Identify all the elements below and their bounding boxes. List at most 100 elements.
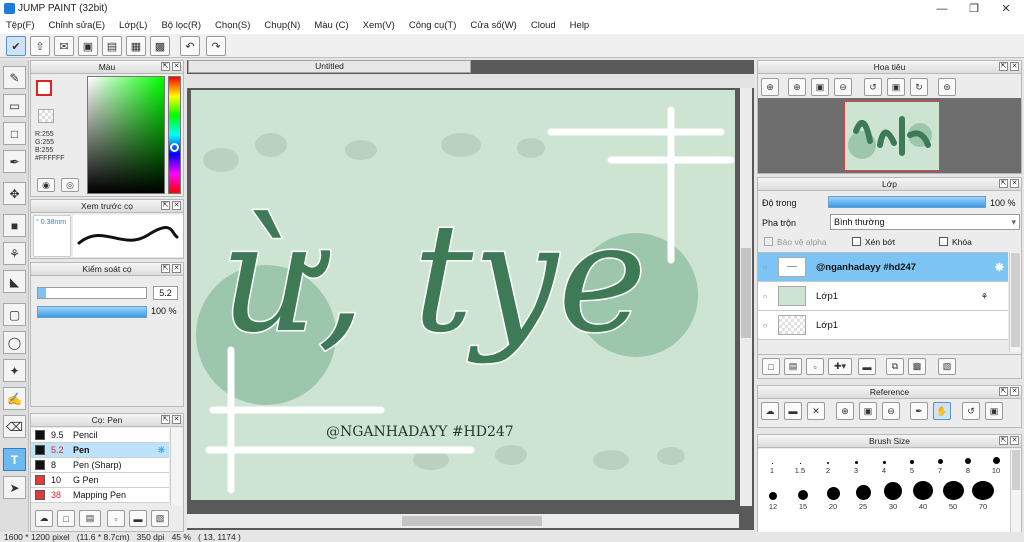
menu-color[interactable]: Màu (C) xyxy=(314,20,348,31)
zoom-in-icon[interactable]: ⊕ xyxy=(836,402,854,420)
menu-help[interactable]: Help xyxy=(570,20,590,31)
redo-icon[interactable]: ↷ xyxy=(206,36,226,56)
menu-capture[interactable]: Chụp(N) xyxy=(264,20,300,31)
layer-settings-icon[interactable]: ❋ xyxy=(995,261,1004,274)
page-icon[interactable]: ▤ xyxy=(102,36,122,56)
comment-icon[interactable]: ✉ xyxy=(54,36,74,56)
brush-item-pen[interactable]: 5.2 Pen ❋ xyxy=(31,443,169,458)
menu-window[interactable]: Cửa sổ(W) xyxy=(470,20,516,31)
panel-close-icon[interactable]: ✕ xyxy=(172,201,181,210)
layer-row-2[interactable]: ○ Lớp1 xyxy=(758,311,1008,340)
brush-size-option[interactable]: 50 xyxy=(938,481,968,511)
panel-detach-icon[interactable]: ⇱ xyxy=(161,415,170,424)
panel-detach-icon[interactable]: ⇱ xyxy=(161,264,170,273)
panel-close-icon[interactable]: ✕ xyxy=(172,264,181,273)
layer-scrollbar[interactable] xyxy=(1009,252,1021,352)
fill-rect-tool-icon[interactable]: ■ xyxy=(3,214,26,237)
reset-view-icon[interactable]: ⊜ xyxy=(938,78,956,96)
new-layer-icon[interactable]: □ xyxy=(762,358,780,375)
brush-item-g-pen[interactable]: 10 G Pen xyxy=(31,473,169,488)
new-layer-1bit-icon[interactable]: ▫ xyxy=(806,358,824,375)
close-reference-icon[interactable]: ✕ xyxy=(807,402,825,420)
duplicate-layer-icon[interactable]: ⧉ xyxy=(886,358,904,375)
menu-edit[interactable]: Chỉnh sửa(E) xyxy=(49,20,106,31)
menu-tools[interactable]: Công cụ(T) xyxy=(409,20,457,31)
folder-icon[interactable]: ▬ xyxy=(129,510,147,527)
canvas-vscrollbar[interactable] xyxy=(740,88,752,506)
delete-layer-icon[interactable]: ▧ xyxy=(938,358,956,375)
layer-opacity-slider[interactable] xyxy=(828,196,986,208)
brush-list-scrollbar[interactable] xyxy=(170,428,182,506)
brush-size-option[interactable]: 1 xyxy=(758,457,786,475)
cloud-icon[interactable]: ☁ xyxy=(35,510,53,527)
share-icon[interactable]: ⇧ xyxy=(30,36,50,56)
brush-size-option[interactable]: 40 xyxy=(908,481,938,511)
panel-detach-icon[interactable]: ⇱ xyxy=(999,62,1008,71)
eye-icon[interactable]: ○ xyxy=(758,263,772,272)
move-tool-icon[interactable]: ✥ xyxy=(3,182,26,205)
size-value[interactable]: 5.2 xyxy=(153,286,178,300)
menu-cloud[interactable]: Cloud xyxy=(531,20,556,31)
select-tool-icon[interactable]: ▢ xyxy=(3,303,26,326)
artwork-canvas[interactable]: ừ, tye @NGANHADAYY #HD247 xyxy=(191,90,735,500)
brush-size-option[interactable]: 5 xyxy=(898,457,926,475)
layer-row-text[interactable]: ○ —— @nganhadayy #hd247 ❋ xyxy=(758,253,1008,282)
brush-size-option[interactable]: 10 xyxy=(982,457,1010,475)
layer-folder-icon[interactable]: ▬ xyxy=(858,358,876,375)
brush-size-option[interactable]: 20 xyxy=(818,481,848,511)
palette-icon[interactable]: ◉ xyxy=(37,178,55,192)
layer-add-menu-icon[interactable]: ✚▾ xyxy=(828,358,852,375)
undo-icon[interactable]: ↶ xyxy=(180,36,200,56)
brush-size-option[interactable]: 70 xyxy=(968,481,998,511)
rotate-icon[interactable]: ↺ xyxy=(962,402,980,420)
saturation-value-picker[interactable] xyxy=(87,76,165,194)
clipping-checkbox[interactable] xyxy=(852,237,861,246)
new-layer-8bit-icon[interactable]: ▤ xyxy=(784,358,802,375)
brush-size-option[interactable]: 15 xyxy=(788,481,818,511)
settings-grid-icon[interactable]: ▩ xyxy=(150,36,170,56)
brush-menu-icon[interactable]: ▤ xyxy=(79,510,101,527)
bucket-tool-icon[interactable]: ⚘ xyxy=(3,242,26,265)
document-icon[interactable]: ▦ xyxy=(126,36,146,56)
panel-detach-icon[interactable]: ⇱ xyxy=(161,201,170,210)
panel-close-icon[interactable]: ✕ xyxy=(1010,436,1019,445)
panel-close-icon[interactable]: ✕ xyxy=(1010,179,1019,188)
zoom-fit-icon[interactable]: ▣ xyxy=(859,402,877,420)
pen-tool-icon[interactable]: ✒ xyxy=(3,150,26,173)
menu-layer[interactable]: Lớp(L) xyxy=(119,20,147,31)
picker-icon[interactable]: ◎ xyxy=(61,178,79,192)
close-button[interactable]: ✕ xyxy=(990,0,1022,17)
new-brush-icon[interactable]: □ xyxy=(57,510,75,527)
lock-checkbox[interactable] xyxy=(939,237,948,246)
zoom-in-icon[interactable]: ⊕ xyxy=(761,78,779,96)
zoom-out-icon[interactable]: ⊖ xyxy=(834,78,852,96)
gradient-tool-icon[interactable]: ◣ xyxy=(3,270,26,293)
brush-size-option[interactable]: 1.5 xyxy=(786,457,814,475)
open-folder-icon[interactable]: ▬ xyxy=(784,402,802,420)
flip-icon[interactable]: ▣ xyxy=(887,78,905,96)
rect-select-tool-icon[interactable]: □ xyxy=(3,122,26,145)
merge-layer-icon[interactable]: ▩ xyxy=(908,358,926,375)
minimize-button[interactable]: — xyxy=(926,0,958,17)
document-tab[interactable]: Untitled xyxy=(188,60,471,73)
restore-button[interactable]: ❐ xyxy=(958,0,990,17)
canvas-hscrollbar[interactable] xyxy=(187,514,739,528)
brush-item-pen-sharp[interactable]: 8 Pen (Sharp) xyxy=(31,458,169,473)
operation-tool-icon[interactable]: ➤ xyxy=(3,476,26,499)
panel-close-icon[interactable]: ✕ xyxy=(172,415,181,424)
menu-filter[interactable]: Bộ lọc(R) xyxy=(161,20,201,31)
panel-close-icon[interactable]: ✕ xyxy=(1010,387,1019,396)
brush-size-scrollbar[interactable] xyxy=(1010,449,1021,533)
panel-detach-icon[interactable]: ⇱ xyxy=(161,62,170,71)
size-slider[interactable] xyxy=(37,287,147,299)
brush-size-option[interactable]: 3 xyxy=(842,457,870,475)
cloud-icon[interactable]: ☁ xyxy=(761,402,779,420)
select-eraser-tool-icon[interactable]: ⌫ xyxy=(3,415,26,438)
copy-brush-icon[interactable]: ▫ xyxy=(107,510,125,527)
eye-icon[interactable]: ○ xyxy=(758,321,772,330)
layer-row-1[interactable]: ○ Lớp1 ⚘ xyxy=(758,282,1008,311)
panel-close-icon[interactable]: ✕ xyxy=(1010,62,1019,71)
text-tool-icon[interactable]: T xyxy=(3,448,26,471)
delete-brush-icon[interactable]: ▧ xyxy=(151,510,169,527)
transparent-swatch[interactable] xyxy=(38,109,54,123)
